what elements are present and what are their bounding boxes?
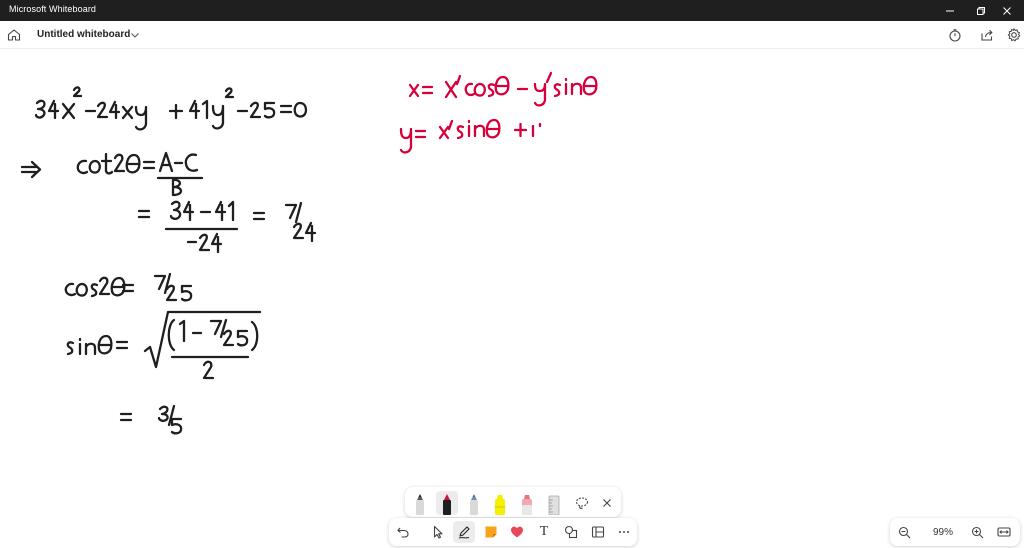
close-icon: [1003, 6, 1011, 15]
minimize-icon: [946, 10, 954, 11]
close-pen-tray-button[interactable]: [596, 491, 618, 515]
restore-icon: [977, 6, 985, 15]
sticky-note-icon: [485, 526, 497, 538]
more-icon: [619, 531, 629, 533]
lasso-button[interactable]: [571, 491, 593, 515]
board-name[interactable]: Untitled whiteboard: [37, 29, 130, 40]
select-tool[interactable]: [427, 521, 449, 543]
gear-icon[interactable]: [1006, 27, 1022, 43]
app-header: Untitled whiteboard: [0, 21, 1024, 49]
ruler-icon: [548, 495, 560, 515]
yellow-highlighter[interactable]: [489, 491, 511, 515]
pink-highlighter-icon: [522, 495, 532, 515]
app-title: Microsoft Whiteboard: [9, 4, 97, 14]
select-icon: [433, 525, 443, 539]
yellow-highlighter-icon: [495, 495, 505, 515]
chevron-down-icon[interactable]: [129, 29, 141, 41]
lasso-icon: [575, 497, 589, 509]
more-button[interactable]: [613, 521, 635, 543]
blue-pen-icon: [470, 494, 478, 515]
zoom-out-icon: [898, 526, 910, 538]
templates-tool[interactable]: [587, 521, 609, 543]
sticky-note-tool[interactable]: [480, 521, 502, 543]
undo-button[interactable]: [392, 521, 414, 543]
pink-highlighter[interactable]: [516, 491, 538, 515]
zoom-in-button[interactable]: [969, 524, 985, 540]
home-icon[interactable]: [6, 27, 22, 43]
red-pen-icon: [443, 494, 451, 515]
zoom-in-icon: [971, 526, 983, 538]
zoom-out-button[interactable]: [896, 524, 912, 540]
share-icon[interactable]: [979, 27, 995, 43]
close-icon: [603, 499, 611, 507]
pen-tool[interactable]: [453, 521, 475, 543]
text-icon: T: [539, 524, 549, 539]
main-toolbar: T: [389, 518, 637, 546]
minimize-button[interactable]: [933, 0, 967, 21]
black-pen-icon: [416, 494, 424, 515]
fit-to-screen-icon: [997, 527, 1011, 537]
zoom-level[interactable]: 99%: [930, 527, 956, 538]
whiteboard-canvas[interactable]: [0, 49, 1024, 548]
ruler[interactable]: [543, 491, 565, 515]
black-pen[interactable]: [409, 491, 431, 515]
undo-icon: [397, 527, 409, 538]
red-pen[interactable]: [436, 491, 458, 515]
fit-to-screen-button[interactable]: [996, 524, 1012, 540]
pen-icon: [458, 526, 470, 539]
templates-icon: [591, 526, 605, 538]
text-tool[interactable]: T: [533, 521, 555, 543]
close-window-button[interactable]: [990, 0, 1024, 21]
timer-icon[interactable]: [947, 27, 963, 43]
title-bar: Microsoft Whiteboard: [0, 0, 1024, 21]
reactions-heart-icon: [511, 526, 523, 538]
blue-pen[interactable]: [463, 491, 485, 515]
shapes-tool[interactable]: [560, 521, 582, 543]
pen-tray: [405, 487, 621, 517]
reactions-tool[interactable]: [506, 521, 528, 543]
shapes-icon: [564, 525, 578, 539]
zoom-control: 99%: [890, 518, 1020, 546]
